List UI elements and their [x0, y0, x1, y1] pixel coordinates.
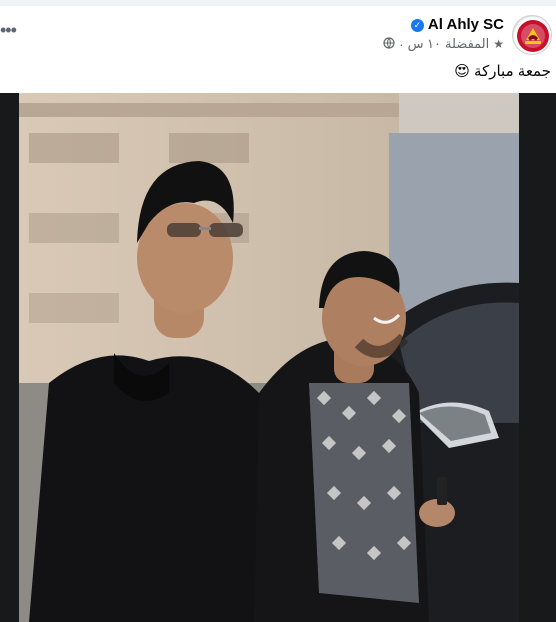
caption-text: جمعة مباركة: [474, 63, 551, 80]
photo-icon: [19, 93, 519, 622]
timestamp-link[interactable]: ١٠ س: [408, 36, 441, 52]
audience-label[interactable]: المفضلة: [445, 36, 489, 52]
post-caption: جمعة مباركة 😍: [454, 62, 551, 80]
post-photo[interactable]: [19, 93, 519, 622]
page-name-text: Al Ahly SC: [427, 16, 504, 33]
star-icon: ★: [493, 37, 504, 51]
al-ahly-logo-icon: [514, 17, 551, 54]
page-name-link[interactable]: ✓ Al Ahly SC: [410, 16, 504, 33]
globe-icon[interactable]: [383, 36, 395, 52]
meta-separator: ·: [399, 36, 404, 52]
post-meta: ★ المفضلة ١٠ س ·: [379, 36, 504, 52]
page-avatar[interactable]: [512, 15, 552, 55]
verified-badge-icon: ✓: [410, 19, 424, 32]
feed-top-divider: [0, 0, 556, 6]
more-options-button[interactable]: •••: [0, 18, 18, 42]
heart-eyes-emoji-icon: 😍: [454, 63, 470, 80]
